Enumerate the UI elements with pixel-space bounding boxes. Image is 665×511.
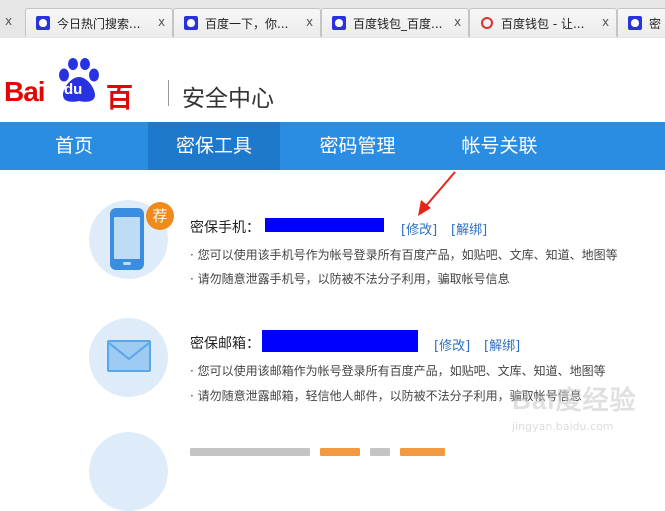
email-unbind-link[interactable]: [解绑] (484, 335, 520, 354)
third-item-partial-text (190, 446, 490, 456)
watermark-text: Bai度经验 (512, 385, 637, 415)
redacted-email-address (262, 330, 418, 352)
email-info-line: · 您可以使用该邮箱作为帐号登录所有百度产品，如贴吧、文库、知道、地图等 (190, 364, 606, 378)
envelope-flap (108, 342, 150, 361)
email-label: 密保邮箱： (190, 336, 260, 352)
email-modify-link[interactable]: [修改] (434, 335, 470, 354)
third-item-icon-circle (89, 432, 168, 511)
watermark-url: jingyan.baidu.com (512, 420, 614, 433)
baidu-jingyan-watermark: Bai度经验 jingyan.baidu.com (488, 380, 658, 440)
